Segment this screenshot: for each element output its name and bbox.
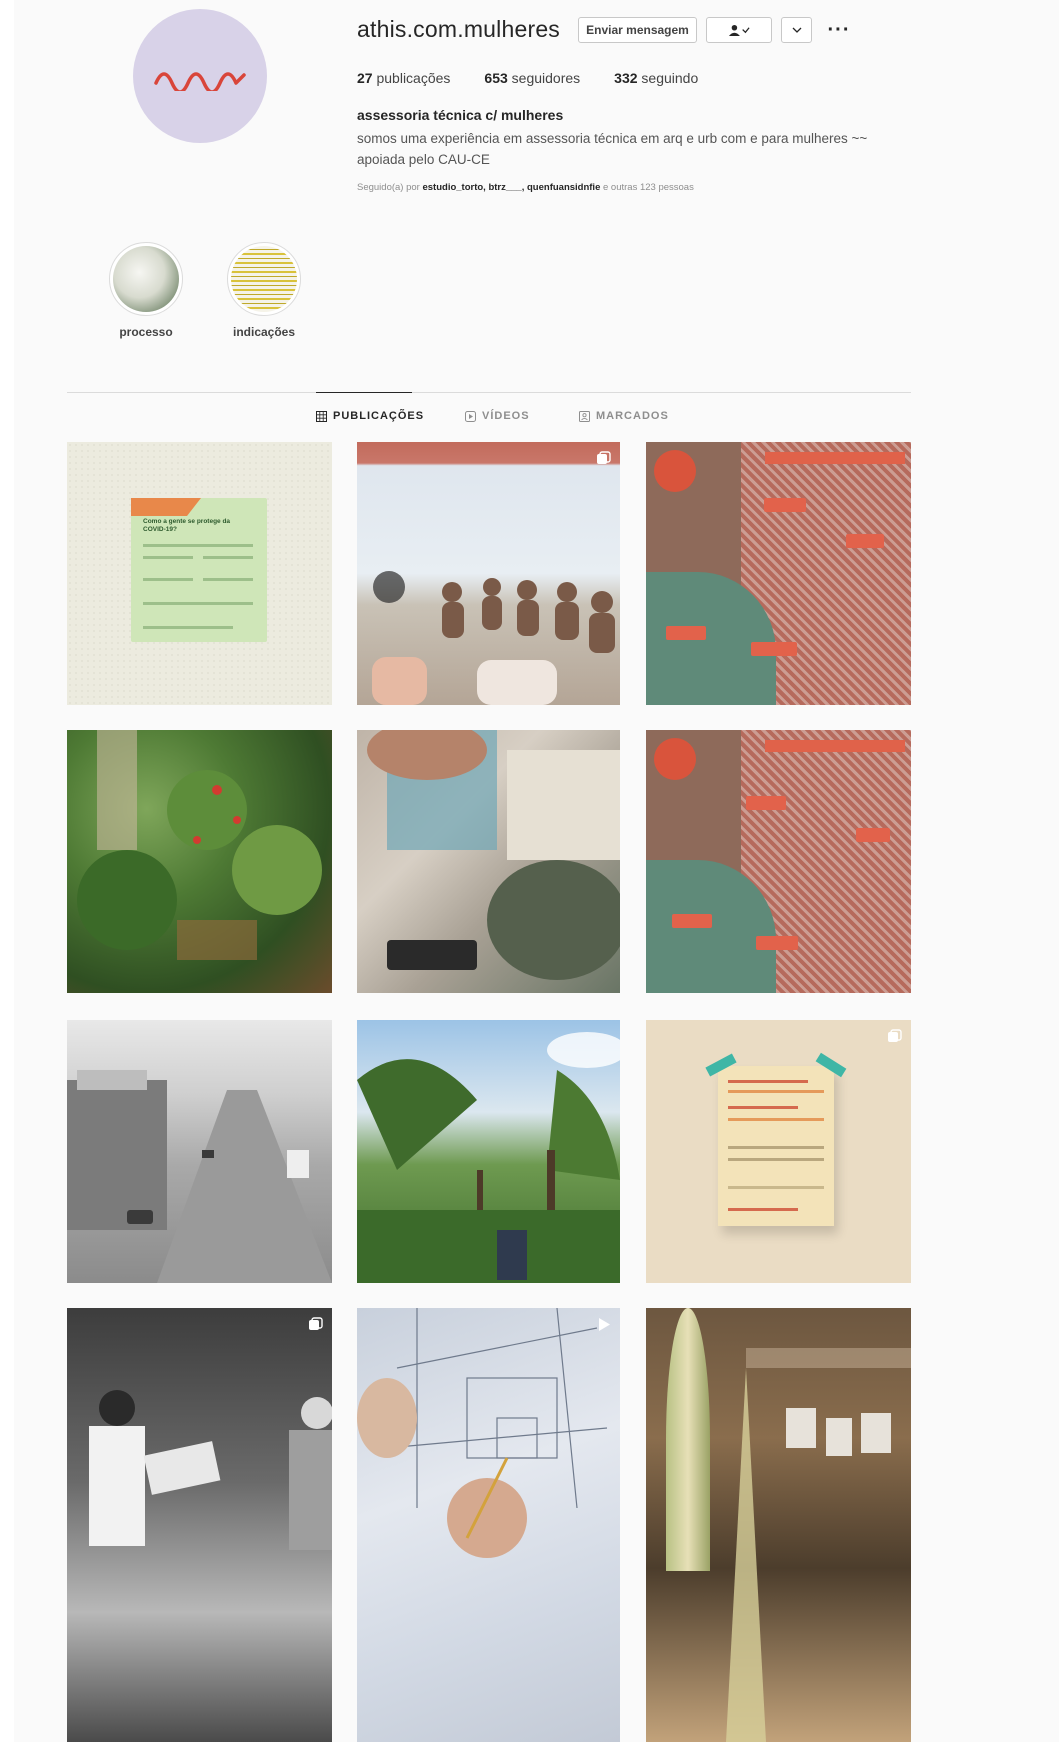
wave-logo-icon bbox=[154, 72, 246, 91]
highlight-label: indicações bbox=[232, 325, 296, 339]
tab-marcados[interactable]: MARCADOS bbox=[579, 410, 669, 422]
highlight-processo[interactable]: processo bbox=[101, 242, 191, 339]
post-tile[interactable] bbox=[646, 1308, 911, 1742]
covid-infographic: Como a gente se protege da COVID-19? bbox=[131, 498, 267, 642]
highlight-processo-cover bbox=[113, 246, 179, 312]
highlight-label: processo bbox=[119, 325, 173, 339]
active-tab-indicator bbox=[316, 392, 412, 393]
post-tile[interactable] bbox=[646, 1020, 911, 1283]
people-photo-art bbox=[89, 1390, 332, 1550]
person-check-icon bbox=[728, 24, 750, 36]
street-photo-art bbox=[67, 1070, 332, 1283]
tabs-divider bbox=[67, 392, 911, 393]
grid-icon bbox=[316, 410, 327, 422]
suggestions-chevron-button[interactable] bbox=[781, 17, 812, 43]
bio-name: assessoria técnica c/ mulheres bbox=[357, 107, 564, 123]
tab-videos[interactable]: VÍDEOS bbox=[465, 410, 530, 422]
poster-paper bbox=[718, 1066, 834, 1226]
post-tile[interactable] bbox=[357, 1020, 620, 1283]
tagged-icon bbox=[579, 410, 590, 422]
post-tile[interactable] bbox=[357, 1308, 620, 1742]
post-tile[interactable] bbox=[646, 442, 911, 705]
post-tile[interactable] bbox=[67, 1020, 332, 1283]
posts-stat: 27 publicações bbox=[357, 70, 451, 86]
post-tile[interactable] bbox=[67, 1308, 332, 1742]
following-button[interactable] bbox=[706, 17, 772, 43]
post-tile[interactable]: Como a gente se protege da COVID-19? bbox=[67, 442, 332, 705]
profile-page: athis.com.mulheres Enviar mensagem ··· 2… bbox=[14, 0, 1059, 1742]
post-tile[interactable] bbox=[67, 730, 332, 993]
plant-photo-art bbox=[726, 1348, 911, 1742]
post-tile[interactable] bbox=[357, 442, 620, 705]
map-badge-icon bbox=[654, 450, 696, 492]
highlight-indicacoes[interactable]: indicações bbox=[219, 242, 309, 339]
tab-publicacoes[interactable]: PUBLICAÇÕES bbox=[316, 410, 424, 422]
chevron-down-icon bbox=[792, 27, 801, 33]
banana-photo-art bbox=[357, 1032, 620, 1283]
more-options-button[interactable]: ··· bbox=[827, 17, 851, 43]
hands-photo-art bbox=[367, 730, 620, 980]
multiple-posts-icon bbox=[888, 1029, 902, 1042]
plan-photo-art bbox=[357, 1308, 608, 1558]
followers-stat[interactable]: 653 seguidores bbox=[484, 70, 580, 86]
profile-avatar[interactable] bbox=[133, 9, 267, 143]
profile-stats: 27 publicações 653 seguidores 332 seguin… bbox=[357, 70, 698, 86]
meeting-photo-art bbox=[372, 571, 615, 705]
post-tile[interactable] bbox=[357, 730, 620, 993]
highlight-indicacoes-cover bbox=[231, 246, 297, 312]
profile-username: athis.com.mulheres bbox=[357, 16, 561, 42]
followed-by-text[interactable]: Seguido(a) por estudio_torto, btrz___, q… bbox=[357, 182, 694, 193]
send-message-button[interactable]: Enviar mensagem bbox=[578, 17, 697, 43]
garden-photo-art bbox=[77, 730, 322, 960]
bio-text: somos uma experiência em assessoria técn… bbox=[357, 131, 868, 167]
post-tile[interactable] bbox=[646, 730, 911, 993]
map-badge-icon bbox=[654, 738, 696, 780]
video-icon bbox=[465, 410, 476, 422]
following-stat[interactable]: 332 seguindo bbox=[614, 70, 698, 86]
